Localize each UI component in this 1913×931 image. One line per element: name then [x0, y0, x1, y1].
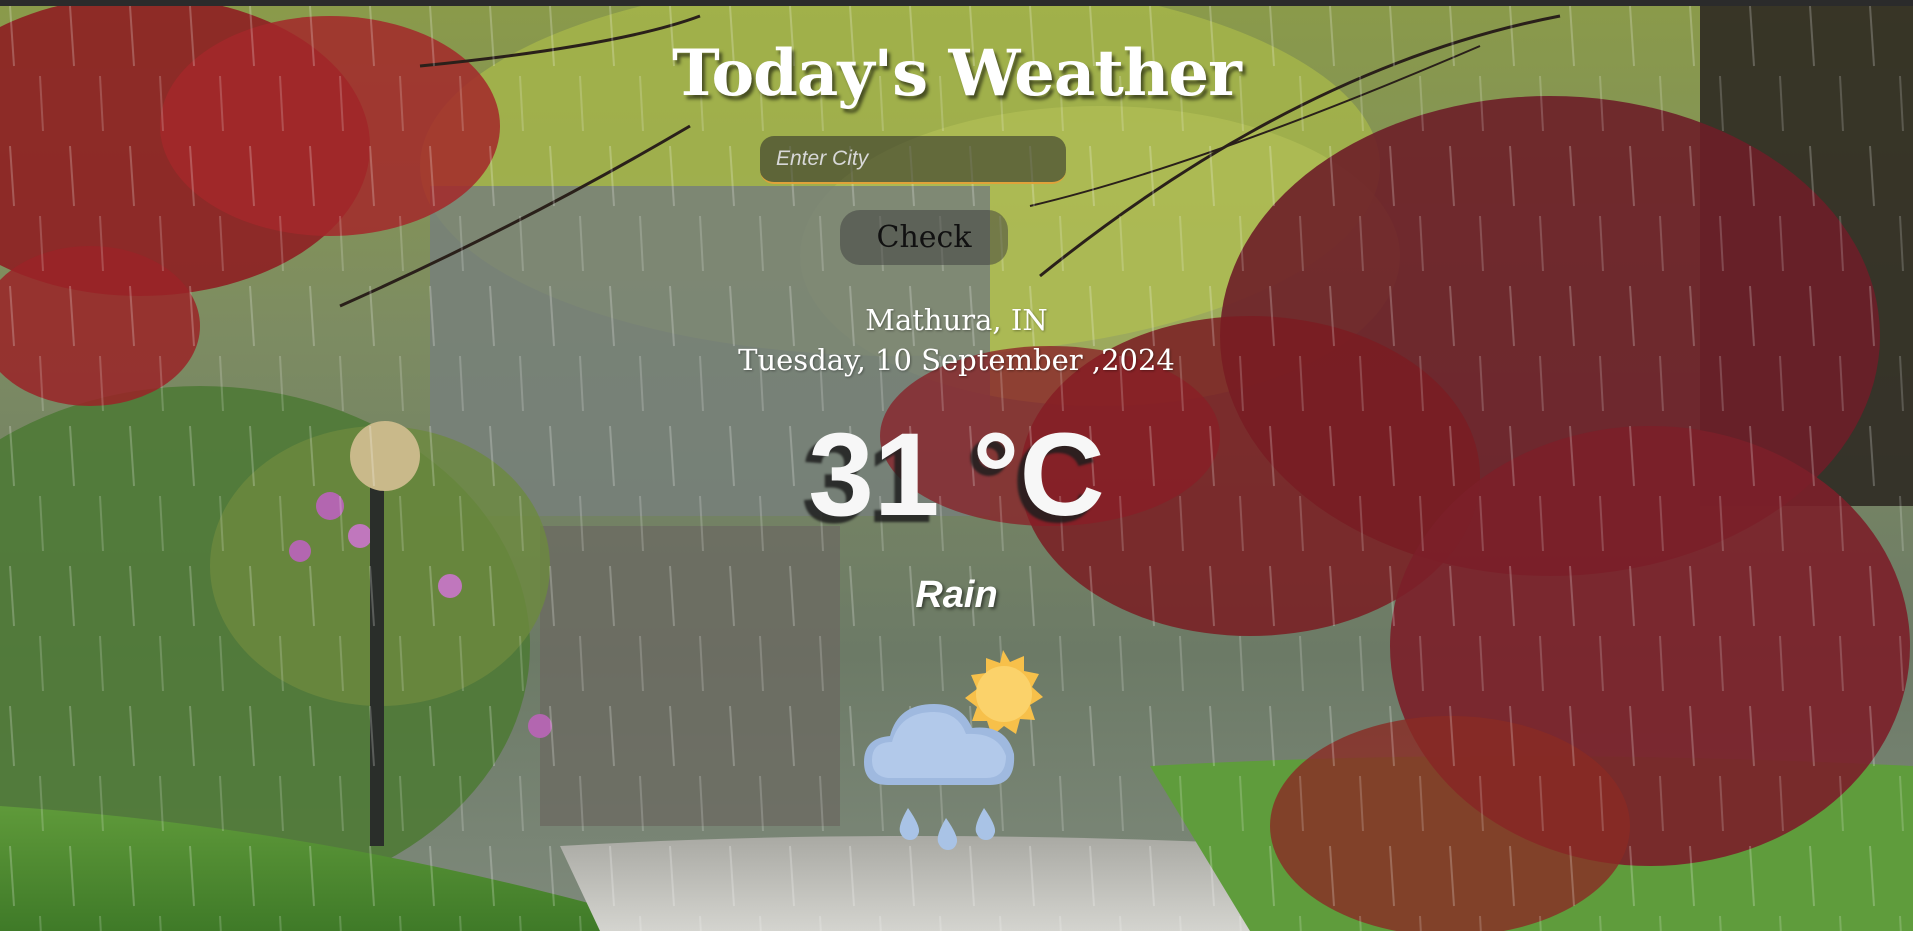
sun-cloud-rain-icon [864, 650, 1043, 850]
weather-panel: Today's Weather Check Mathura, IN Tuesda… [0, 0, 1913, 931]
city-search-input[interactable] [760, 136, 1066, 184]
raindrops-icon [899, 808, 996, 850]
location-label: Mathura, IN [865, 303, 1048, 337]
weather-page: Today's Weather Check Mathura, IN Tuesda… [0, 0, 1913, 931]
check-weather-button[interactable]: Check [840, 210, 1008, 265]
date-label: Tuesday, 10 September ,2024 [738, 343, 1175, 377]
page-title: Today's Weather [672, 36, 1242, 111]
weather-condition: Rain [915, 574, 998, 616]
temperature-value: 31 °C [808, 409, 1105, 541]
sun-icon [965, 650, 1043, 736]
